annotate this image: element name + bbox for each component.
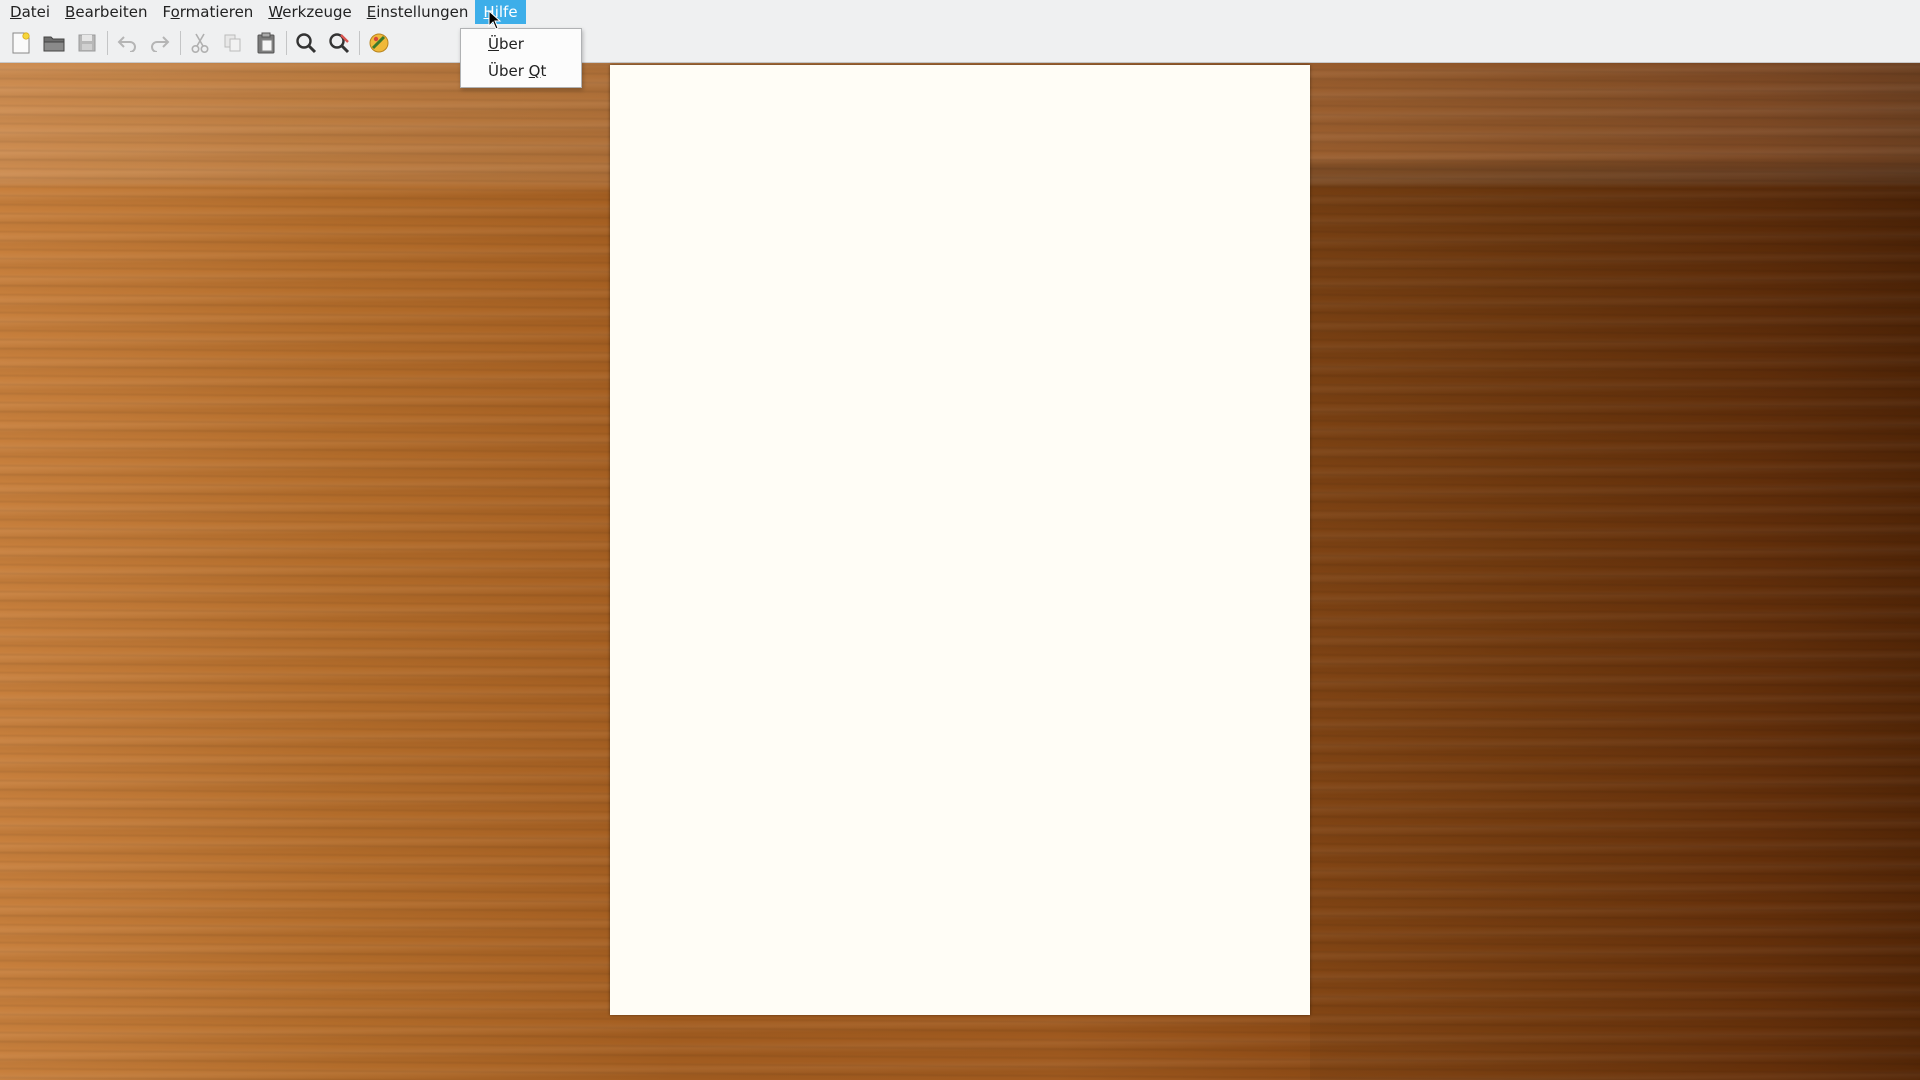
help-menu-dropdown: Über Über Qt xyxy=(460,28,582,88)
menu-datei[interactable]: Datei xyxy=(2,0,58,24)
toolbar-separator xyxy=(286,31,287,55)
copy-button[interactable] xyxy=(220,30,246,56)
main-toolbar xyxy=(0,24,1920,63)
cut-icon xyxy=(191,33,209,54)
undo-icon xyxy=(117,36,136,52)
open-button[interactable] xyxy=(41,30,67,56)
theme-button[interactable] xyxy=(366,30,392,56)
toolbar-separator xyxy=(180,31,181,55)
redo-icon xyxy=(151,36,170,52)
menu-einstellungen[interactable]: Einstellungen xyxy=(359,0,477,24)
toolbar-separator xyxy=(107,31,108,55)
menu-bearbeiten[interactable]: Bearbeiten xyxy=(57,0,155,24)
menu-item-ueber-qt[interactable]: Über Qt xyxy=(461,58,581,85)
find-button[interactable] xyxy=(293,30,319,56)
new-document-button[interactable] xyxy=(8,30,34,56)
theme-icon xyxy=(369,33,389,53)
save-button[interactable] xyxy=(74,30,100,56)
paste-icon xyxy=(257,32,275,54)
redo-button[interactable] xyxy=(147,30,173,56)
menu-formatieren[interactable]: Formatieren xyxy=(154,0,261,24)
paste-button[interactable] xyxy=(253,30,279,56)
menu-werkzeuge[interactable]: Werkzeuge xyxy=(260,0,359,24)
copy-icon xyxy=(224,34,241,52)
mouse-cursor-icon xyxy=(488,10,502,30)
save-icon xyxy=(78,34,96,52)
document-page[interactable] xyxy=(610,65,1310,1015)
find-replace-button[interactable] xyxy=(326,30,352,56)
open-folder-icon xyxy=(43,36,65,52)
find-replace-icon xyxy=(329,33,350,54)
toolbar-separator xyxy=(359,31,360,55)
menu-item-ueber[interactable]: Über xyxy=(461,31,581,58)
new-document-icon xyxy=(12,32,30,54)
menu-bar: Datei Bearbeiten Formatieren Werkzeuge E… xyxy=(0,0,1920,24)
undo-button[interactable] xyxy=(114,30,140,56)
find-icon xyxy=(296,33,317,54)
cut-button[interactable] xyxy=(187,30,213,56)
